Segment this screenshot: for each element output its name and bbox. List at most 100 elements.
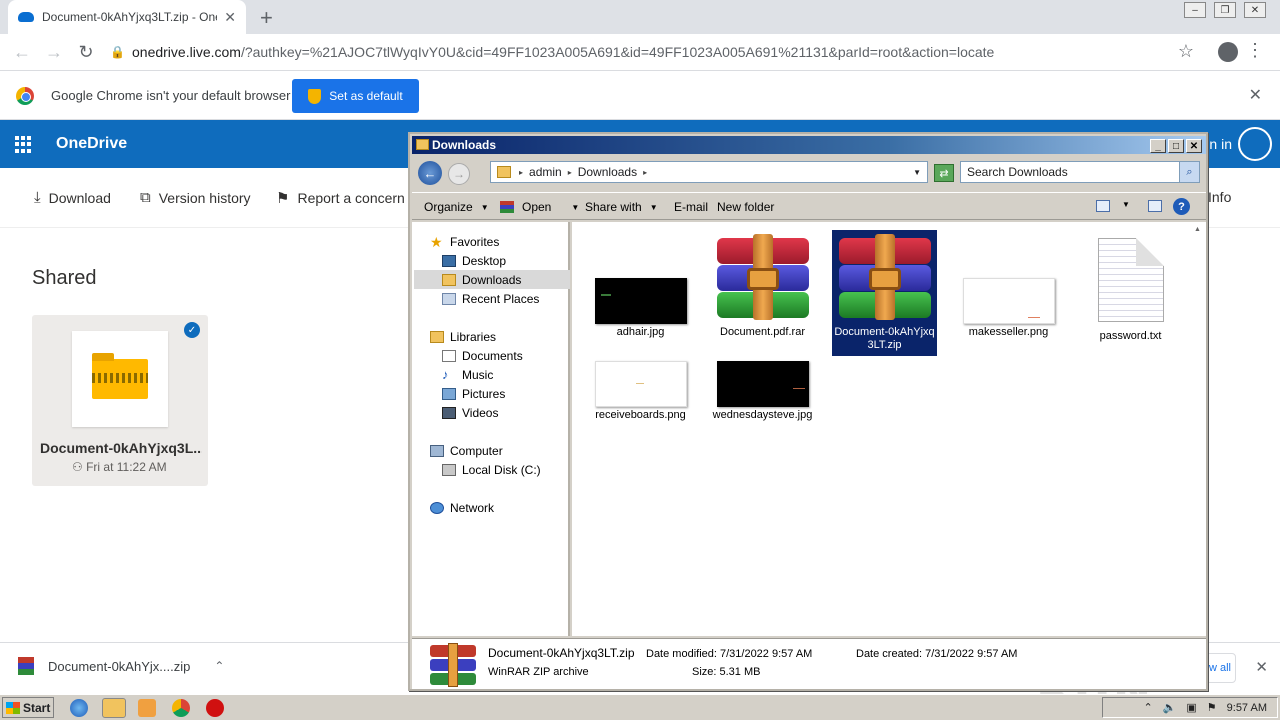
- nav-pictures[interactable]: Pictures: [442, 384, 505, 403]
- open-button[interactable]: Open ▼: [500, 200, 579, 214]
- nav-music[interactable]: ♪ Music: [442, 365, 493, 384]
- nav-computer[interactable]: Computer: [430, 441, 503, 460]
- explorer-titlebar[interactable]: Downloads _ □ ✕: [412, 136, 1206, 154]
- nav-libraries[interactable]: Libraries: [430, 327, 496, 346]
- volume-icon[interactable]: 🔈: [1163, 701, 1177, 714]
- file-item-receiveboards[interactable]: receiveboards.png: [588, 313, 693, 424]
- nav-recent-places[interactable]: Recent Places: [442, 289, 539, 308]
- new-folder-button[interactable]: New folder: [717, 200, 774, 214]
- download-button[interactable]: ⤓ Download: [34, 189, 111, 206]
- report-concern-button[interactable]: ⚑ Report a concern: [276, 189, 405, 207]
- nav-downloads[interactable]: Downloads: [414, 270, 570, 289]
- file-item-password[interactable]: password.txt: [1078, 230, 1183, 345]
- star-icon: ★: [430, 233, 443, 250]
- nav-music-label: Music: [462, 367, 494, 382]
- close-window-icon[interactable]: ✕: [1244, 2, 1266, 18]
- bookmark-star-icon[interactable]: ☆: [1178, 41, 1194, 62]
- chevron-down-icon[interactable]: ▼: [913, 168, 921, 177]
- file-card[interactable]: ✓ Document-0kAhYjxq3L... ⚇ Fri at 11:22 …: [32, 315, 208, 486]
- vertical-scrollbar[interactable]: ▲: [1190, 222, 1206, 636]
- app-launcher-icon[interactable]: [15, 136, 32, 153]
- change-view-icon[interactable]: [1096, 200, 1110, 212]
- default-browser-infobar: Google Chrome isn't your default browser…: [0, 70, 1280, 120]
- explorer-maximize-icon[interactable]: □: [1168, 139, 1184, 153]
- media-player-icon[interactable]: [138, 699, 156, 717]
- details-size: Size: 5.31 MB: [692, 666, 761, 678]
- set-as-default-label: Set as default: [329, 89, 403, 103]
- download-icon: ⤓: [34, 189, 41, 206]
- new-tab-icon[interactable]: +: [260, 5, 273, 31]
- refresh-icon[interactable]: ⇄: [934, 164, 954, 182]
- search-input[interactable]: Search Downloads ⌕: [960, 161, 1200, 183]
- chevron-up-icon[interactable]: ⌃: [214, 659, 224, 673]
- info-button[interactable]: Info: [1208, 189, 1231, 205]
- tray-expand-icon[interactable]: ⌃: [1143, 701, 1152, 714]
- explorer-close-icon[interactable]: ✕: [1186, 139, 1202, 153]
- alert-icon[interactable]: [206, 699, 224, 717]
- explorer-address-area: ← → ▸ admin ▸ Downloads ▸ ▼ ⇄ Search Dow…: [412, 156, 1206, 188]
- nav-favorites[interactable]: ★ Favorites: [430, 232, 499, 251]
- chrome-menu-icon[interactable]: ⋮: [1246, 40, 1264, 61]
- restore-icon[interactable]: ❐: [1214, 2, 1236, 18]
- selected-check-icon[interactable]: ✓: [184, 322, 200, 338]
- reload-icon[interactable]: ↻: [70, 42, 102, 63]
- explorer-taskbar-icon[interactable]: [102, 698, 126, 718]
- file-name: receiveboards.png: [595, 409, 686, 421]
- network-tray-icon[interactable]: ▣: [1186, 701, 1196, 714]
- nav-network[interactable]: Network: [430, 498, 494, 517]
- preview-pane-icon[interactable]: [1148, 200, 1162, 212]
- account-avatar-icon[interactable]: [1238, 127, 1272, 161]
- chevron-down-icon: ▼: [649, 202, 658, 212]
- download-item[interactable]: Document-0kAhYjx....zip ⌃: [18, 657, 224, 675]
- start-button[interactable]: Start: [2, 697, 54, 718]
- winrar-archive-icon: [838, 234, 931, 320]
- music-icon: ♪: [442, 366, 449, 382]
- back-arrow-icon[interactable]: ←: [418, 161, 442, 185]
- explorer-title: Downloads: [432, 138, 497, 152]
- file-name: wednesdaysteve.jpg: [712, 409, 813, 421]
- download-file-name: Document-0kAhYjx....zip: [48, 658, 191, 674]
- back-icon[interactable]: ←: [6, 42, 38, 63]
- share-with-button[interactable]: Share with ▼: [585, 200, 658, 214]
- internet-explorer-icon[interactable]: [70, 699, 88, 717]
- profile-avatar-icon[interactable]: [1218, 42, 1238, 62]
- winrar-small-icon: [500, 201, 514, 213]
- nav-desktop[interactable]: Desktop: [442, 251, 506, 270]
- set-as-default-button[interactable]: Set as default: [292, 79, 419, 113]
- explorer-minimize-icon[interactable]: _: [1150, 139, 1166, 153]
- email-button[interactable]: E-mail: [674, 200, 708, 214]
- file-item-document-zip[interactable]: Document-0kAhYjxq3LT.zip: [832, 230, 937, 356]
- address-bar[interactable]: 🔒 onedrive.live.com/?authkey=%21AJOC7tlW…: [110, 38, 1210, 66]
- minimize-icon[interactable]: –: [1184, 2, 1206, 18]
- scroll-up-icon[interactable]: ▲: [1194, 226, 1201, 233]
- onedrive-title[interactable]: OneDrive: [56, 135, 127, 153]
- tab-close-icon[interactable]: ✕: [224, 9, 236, 26]
- chrome-taskbar-icon[interactable]: [172, 699, 190, 717]
- image-thumbnail: [716, 361, 809, 407]
- organize-button[interactable]: Organize ▼: [424, 200, 489, 214]
- nav-documents[interactable]: Documents: [442, 346, 523, 365]
- file-item-makesseller[interactable]: makesseller.png: [956, 230, 1061, 341]
- clock[interactable]: 9:57 AM: [1227, 702, 1267, 714]
- nav-libraries-label: Libraries: [450, 329, 497, 344]
- sign-in-link[interactable]: n in: [1209, 136, 1232, 152]
- version-history-button[interactable]: ⧉ Version history: [140, 189, 251, 206]
- view-options-chevron-icon[interactable]: ▼: [1122, 200, 1130, 209]
- breadcrumb-downloads[interactable]: Downloads: [578, 165, 637, 179]
- breadcrumb[interactable]: ▸ admin ▸ Downloads ▸ ▼: [490, 161, 928, 183]
- browser-tab[interactable]: Document-0kAhYjxq3LT.zip - OneDrive ✕: [8, 0, 246, 34]
- file-item-wednesdaysteve[interactable]: wednesdaysteve.jpg: [710, 313, 815, 424]
- breadcrumb-admin[interactable]: admin: [529, 165, 562, 179]
- help-icon[interactable]: ?: [1173, 198, 1190, 215]
- infobar-close-icon[interactable]: ✕: [1249, 85, 1262, 105]
- forward-icon[interactable]: →: [38, 42, 70, 63]
- search-icon[interactable]: ⌕: [1179, 162, 1199, 182]
- flag-icon[interactable]: ⚑: [1207, 701, 1217, 714]
- forward-arrow-icon[interactable]: →: [448, 163, 470, 185]
- file-thumbnail: [72, 331, 168, 427]
- nav-videos[interactable]: Videos: [442, 403, 498, 422]
- folder-icon: [416, 139, 429, 150]
- breadcrumb-separator-icon: ▸: [567, 167, 572, 177]
- chevron-down-icon: ▼: [571, 202, 580, 212]
- nav-local-disk[interactable]: Local Disk (C:): [442, 460, 541, 479]
